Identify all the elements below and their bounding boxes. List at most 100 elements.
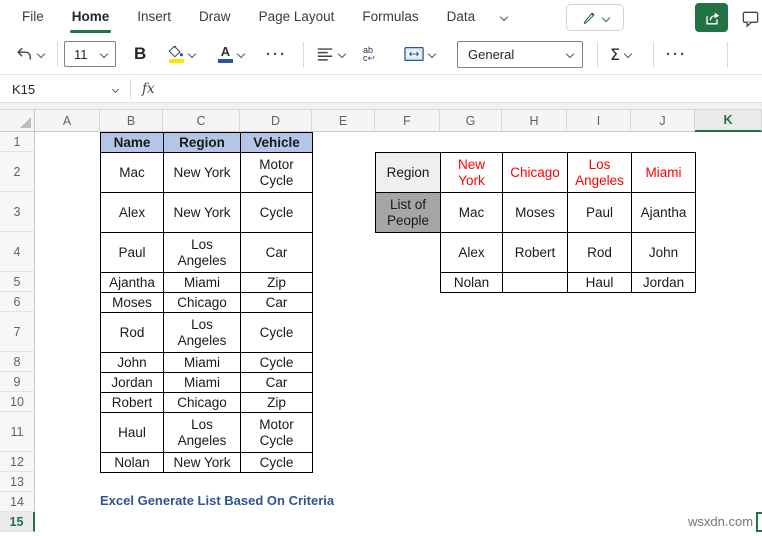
bold-button[interactable]: B	[134, 34, 146, 74]
cell[interactable]: Cycle	[240, 452, 313, 473]
row-header-7[interactable]: 7	[0, 312, 35, 352]
sheet-grid[interactable]: Name Region Vehicle Mac New York Motor Cycle A…	[35, 132, 762, 536]
number-format-select[interactable]: General	[457, 34, 583, 74]
cell[interactable]: Los Angeles	[163, 232, 241, 273]
row-header-11[interactable]: 11	[0, 412, 35, 452]
row-header-15[interactable]: 15	[0, 512, 35, 532]
row-header-5[interactable]: 5	[0, 272, 35, 292]
column-header-K[interactable]: K	[695, 110, 762, 132]
formula-input[interactable]	[168, 75, 762, 103]
font-size-select[interactable]: 11	[64, 34, 116, 74]
tab-file[interactable]: File	[8, 0, 58, 34]
row-header-9[interactable]: 9	[0, 372, 35, 392]
cell[interactable]: Jordan	[631, 272, 696, 293]
ribbon-more-tabs-button[interactable]	[489, 0, 519, 34]
column-header-E[interactable]: E	[312, 110, 375, 132]
tab-insert[interactable]: Insert	[123, 0, 185, 34]
align-button[interactable]	[316, 34, 347, 74]
caption-cell[interactable]: Excel Generate List Based On Criteria	[100, 493, 334, 508]
cell[interactable]: Paul	[100, 232, 164, 273]
column-header-C[interactable]: C	[163, 110, 240, 132]
cell[interactable]: New York	[163, 452, 241, 473]
header-cell[interactable]: Region	[163, 132, 241, 153]
fx-icon[interactable]: fx	[142, 75, 155, 103]
cell[interactable]: Car	[240, 232, 313, 273]
header-cell[interactable]: Vehicle	[240, 132, 313, 153]
region-header-cell[interactable]: New York	[440, 152, 503, 193]
column-header-I[interactable]: I	[567, 110, 631, 132]
empty-cell[interactable]	[376, 233, 441, 273]
cell[interactable]: Ajantha	[631, 192, 696, 233]
cell[interactable]: John	[100, 352, 164, 373]
column-header-G[interactable]: G	[440, 110, 502, 132]
cell[interactable]: Mac	[100, 152, 164, 193]
more-font-options-button[interactable]: ···	[266, 34, 287, 74]
cell[interactable]: Haul	[100, 412, 164, 453]
column-header-H[interactable]: H	[502, 110, 567, 132]
empty-cell[interactable]	[376, 273, 441, 293]
font-color-button[interactable]: A	[218, 34, 246, 74]
tab-page-layout[interactable]: Page Layout	[245, 0, 349, 34]
tab-data[interactable]: Data	[433, 0, 490, 34]
cell[interactable]: Jordan	[100, 372, 164, 393]
cell[interactable]: Ajantha	[100, 272, 164, 293]
autosum-button[interactable]: Σ	[610, 34, 633, 74]
cell[interactable]: Rod	[100, 312, 164, 353]
cell[interactable]: Motor Cycle	[240, 152, 313, 193]
row-header-3[interactable]: 3	[0, 192, 35, 232]
region-header-cell[interactable]: Chicago	[502, 152, 568, 193]
cell[interactable]: New York	[163, 152, 241, 193]
cell[interactable]: Los Angeles	[163, 412, 241, 453]
cell[interactable]: Los Angeles	[163, 312, 241, 353]
cell[interactable]: Miami	[163, 372, 241, 393]
list-of-people-cell[interactable]: List of People	[375, 192, 441, 233]
cell[interactable]: Moses	[502, 192, 568, 233]
cell[interactable]: Chicago	[163, 392, 241, 413]
cell[interactable]: Rod	[567, 232, 632, 273]
region-header-cell[interactable]: Miami	[631, 152, 696, 193]
row-header-6[interactable]: 6	[0, 292, 35, 312]
cell[interactable]: Zip	[240, 272, 313, 293]
cell[interactable]: Robert	[100, 392, 164, 413]
row-header-12[interactable]: 12	[0, 452, 35, 472]
cell[interactable]: Motor Cycle	[240, 412, 313, 453]
column-header-J[interactable]: J	[631, 110, 695, 132]
row-header-4[interactable]: 4	[0, 232, 35, 272]
cell[interactable]: Haul	[567, 272, 632, 293]
wrap-text-button[interactable]: ab c↩	[363, 34, 375, 74]
header-cell[interactable]: Name	[100, 132, 164, 153]
region-label-cell[interactable]: Region	[375, 152, 441, 193]
cell[interactable]: Paul	[567, 192, 632, 233]
cell[interactable]: Miami	[163, 352, 241, 373]
row-header-13[interactable]: 13	[0, 472, 35, 492]
column-header-A[interactable]: A	[35, 110, 100, 132]
share-button[interactable]	[695, 3, 728, 32]
cell[interactable]: Miami	[163, 272, 241, 293]
cell[interactable]: New York	[163, 192, 241, 233]
column-header-B[interactable]: B	[100, 110, 163, 132]
cell[interactable]: John	[631, 232, 696, 273]
cell[interactable]: Car	[240, 292, 313, 313]
row-header-8[interactable]: 8	[0, 352, 35, 372]
cell[interactable]: Alex	[440, 232, 503, 273]
comments-button[interactable]	[736, 4, 762, 32]
row-header-1[interactable]: 1	[0, 132, 35, 152]
column-header-D[interactable]: D	[240, 110, 312, 132]
cell[interactable]: Mac	[440, 192, 503, 233]
row-header-14[interactable]: 14	[0, 492, 35, 512]
name-box[interactable]: K15	[0, 75, 130, 103]
more-toolbar-options-button[interactable]: ···	[666, 34, 687, 74]
cell[interactable]: Robert	[502, 232, 568, 273]
editing-mode-button[interactable]	[566, 4, 624, 31]
cell[interactable]: Moses	[100, 292, 164, 313]
region-header-cell[interactable]: Los Angeles	[567, 152, 632, 193]
column-header-F[interactable]: F	[375, 110, 440, 132]
active-cell-selection[interactable]	[756, 512, 762, 532]
cell[interactable]: Nolan	[100, 452, 164, 473]
cell[interactable]: Nolan	[440, 272, 503, 293]
tab-draw[interactable]: Draw	[185, 0, 245, 34]
undo-button[interactable]	[14, 34, 46, 74]
select-all-button[interactable]	[0, 110, 35, 132]
merge-cells-button[interactable]	[404, 34, 437, 74]
tab-home[interactable]: Home	[58, 0, 124, 34]
